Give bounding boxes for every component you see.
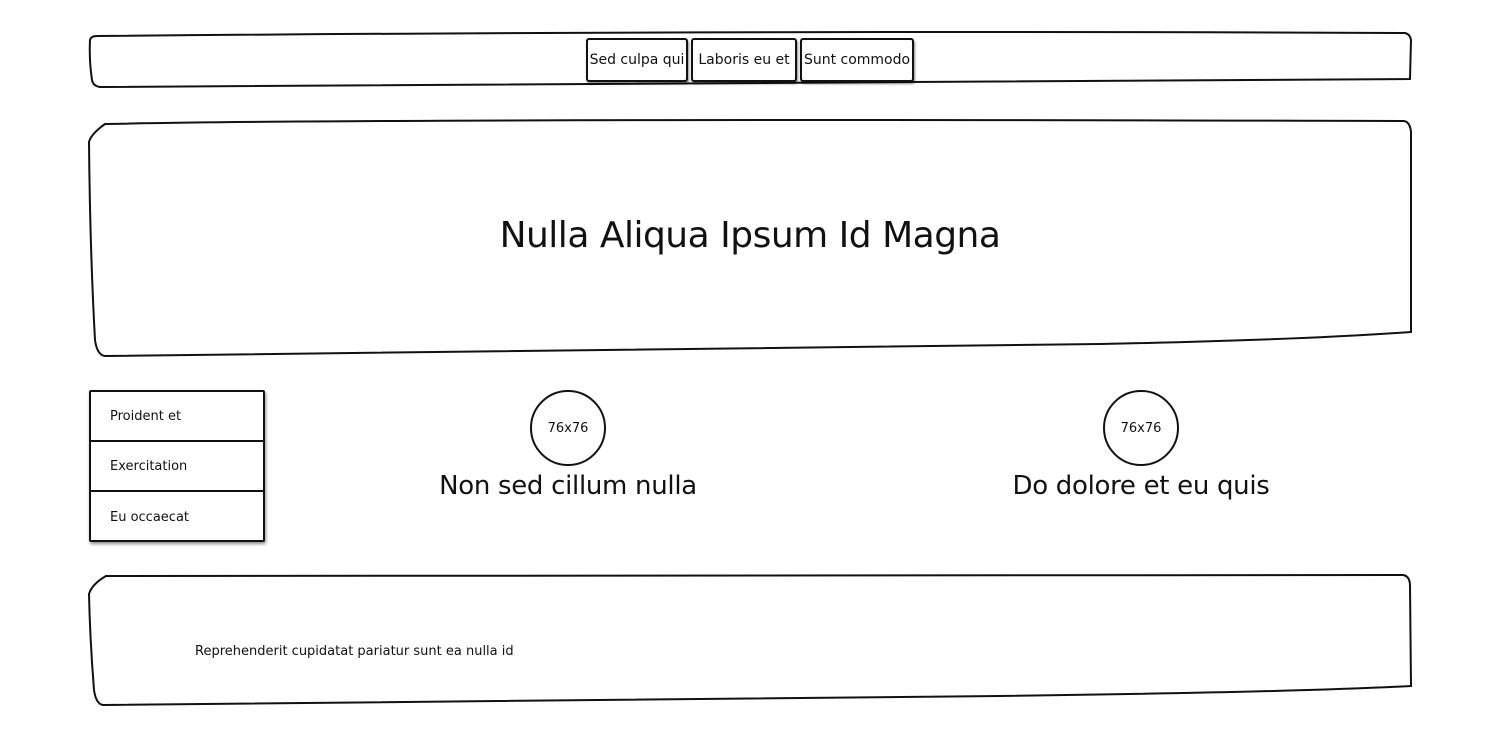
footer-frame [87, 573, 1413, 707]
image-size-label: 76x76 [547, 420, 589, 436]
nav-button-sed-culpa-qui[interactable]: Sed culpa qui [586, 38, 688, 82]
hero-title: Nulla Aliqua Ipsum Id Magna [499, 215, 1001, 256]
feature-block-1: 76x76 Non sed cillum nulla [388, 390, 748, 506]
feature-image-placeholder: 76x76 [530, 390, 606, 466]
feature-title: Do dolore et eu quis [1012, 471, 1270, 501]
side-menu-item-exercitation[interactable]: Exercitation [91, 442, 263, 492]
nav-button-laboris-eu-et[interactable]: Laboris eu et [691, 38, 797, 82]
footer-text: Reprehenderit cupidatat pariatur sunt ea… [195, 644, 514, 659]
side-menu-item-eu-occaecat[interactable]: Eu occaecat [91, 492, 263, 542]
feature-block-2: 76x76 Do dolore et eu quis [961, 390, 1321, 506]
feature-title: Non sed cillum nulla [439, 471, 697, 501]
nav-button-sunt-commodo[interactable]: Sunt commodo [800, 38, 914, 82]
image-size-label: 76x76 [1120, 420, 1162, 436]
top-navigation: Sed culpa qui Laboris eu et Sunt commodo [586, 38, 914, 82]
side-menu-item-proident-et[interactable]: Proident et [91, 392, 263, 442]
side-menu: Proident et Exercitation Eu occaecat [89, 390, 265, 542]
page: Sed culpa qui Laboris eu et Sunt commodo… [0, 0, 1500, 752]
wireframe-outlines [87, 31, 1413, 707]
feature-image-placeholder: 76x76 [1103, 390, 1179, 466]
